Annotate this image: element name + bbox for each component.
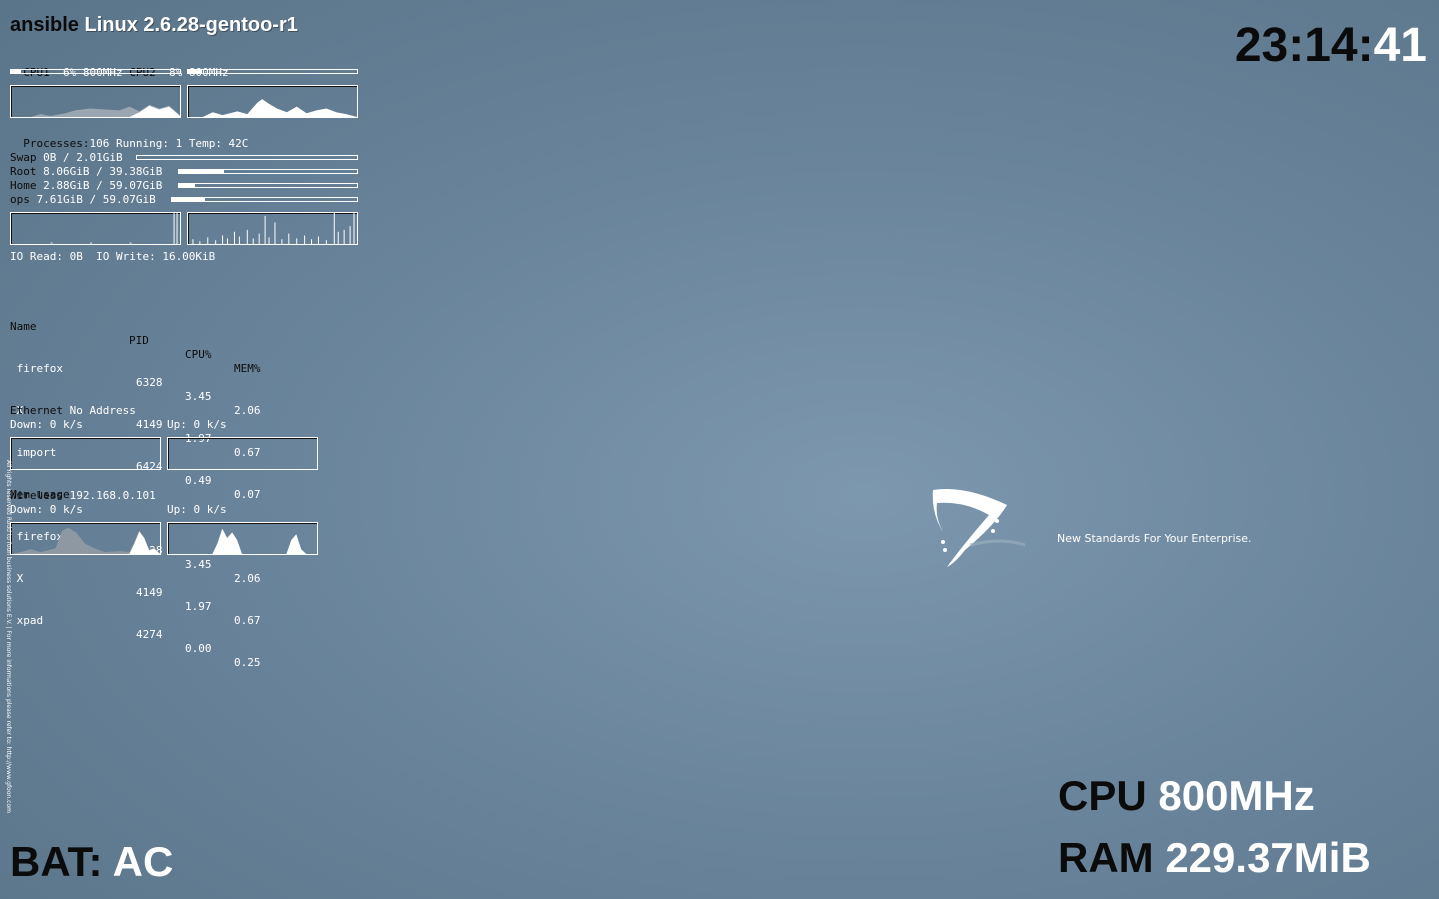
- root-bar: [178, 169, 358, 174]
- home-bar-fill: [179, 184, 196, 187]
- col-pid: PID: [129, 334, 149, 347]
- home-label: Home: [10, 179, 37, 192]
- process-pid: 4274: [136, 628, 163, 641]
- process-cpu: 0.00: [185, 642, 212, 655]
- cpu2-graph: [187, 85, 358, 118]
- side-copyright-label: All rights reserved Rodd to foon busines…: [5, 460, 12, 813]
- io-line: IO Read: 0B IO Write: 16.00KiB: [10, 250, 216, 263]
- swap-value: 0B / 2.01GiB: [36, 151, 123, 164]
- wireless-down-graph: [10, 522, 161, 555]
- process-cpu: 3.45: [185, 558, 212, 571]
- ethernet-address: No Address: [62, 404, 136, 417]
- battery-label: BAT:: [10, 838, 103, 885]
- process-mem: 2.06: [234, 572, 261, 585]
- ethernet-down-graph: [10, 437, 161, 470]
- process-pid: 6328: [136, 376, 163, 389]
- root-label: Root: [10, 165, 37, 178]
- home-line: Home 2.88GiB / 59.07GiB: [10, 179, 162, 193]
- home-value: 2.88GiB / 59.07GiB: [36, 179, 163, 192]
- processes-line: Processes:106 Running: 1 Temp: 42C: [10, 123, 248, 151]
- process-cpu: 3.45: [185, 390, 212, 403]
- wallpaper-tagline: New Standards For Your Enterprise.: [1057, 532, 1252, 545]
- swap-label: Swap: [10, 151, 37, 164]
- top-cpu-header: Name PID CPU% MEM%: [10, 306, 261, 375]
- ops-bar: [171, 197, 358, 202]
- wireless-label: Wireless: [10, 489, 63, 502]
- root-line: Root 8.06GiB / 39.38GiB: [10, 165, 162, 179]
- clock-seconds: 41: [1373, 19, 1427, 72]
- ops-label: ops: [10, 193, 30, 206]
- ethernet-up: Up: 0 k/s: [167, 418, 227, 431]
- process-name: firefox: [10, 362, 63, 375]
- root-value: 8.06GiB / 39.38GiB: [36, 165, 163, 178]
- ops-bar-fill: [172, 198, 206, 201]
- cpu1-bar: [10, 69, 181, 74]
- cpu2-bar-fill: [188, 70, 202, 73]
- conky-header: ansible Linux 2.6.28-gentoo-r1: [10, 14, 298, 37]
- clock-hours-minutes: 23:14:: [1234, 19, 1374, 72]
- side-copyright-text: All rights reserved Rodd to foon busines…: [3, 460, 13, 880]
- cpu-frequency-big: CPU 800MHz: [1058, 772, 1315, 820]
- wallpaper-logo: [925, 485, 1035, 575]
- io-write-graph: [187, 212, 358, 245]
- cpu1-bar-fill: [11, 70, 22, 73]
- ethernet-up-graph: [167, 437, 318, 470]
- cpu-big-value: 800MHz: [1158, 772, 1315, 819]
- table-row: X 4149 1.97 0.67: [10, 558, 261, 627]
- cpu-line: CPU1 6% 800MHz CPU2 8% 800MHz: [10, 52, 228, 80]
- cpu1-graph: [10, 85, 181, 118]
- ethernet-down: Down: 0 k/s: [10, 418, 83, 431]
- wireless-line: Wireless 192.168.0.101: [10, 489, 156, 503]
- ethernet-line: Ethernet No Address: [10, 404, 136, 418]
- col-cpu: CPU%: [185, 348, 212, 361]
- io-read-graph: [10, 212, 181, 245]
- process-pid: 4149: [136, 586, 163, 599]
- processes-label: Processes:: [23, 137, 90, 150]
- table-row: firefox 6328 3.45 2.06: [10, 348, 261, 417]
- hostname: ansible: [10, 14, 79, 36]
- kernel-version: Linux 2.6.28-gentoo-r1: [84, 14, 298, 36]
- ram-big-value: 229.37MiB: [1165, 834, 1371, 881]
- home-bar: [178, 183, 358, 188]
- top-mem-header: Mem usage: [10, 474, 70, 501]
- process-name: xpad: [10, 614, 44, 627]
- ops-value: 7.61GiB / 59.07GiB: [29, 193, 156, 206]
- cpu-big-label: CPU: [1058, 772, 1147, 819]
- battery-status: BAT: AC: [10, 838, 173, 886]
- process-mem: 0.07: [234, 488, 261, 501]
- process-cpu: 1.97: [185, 600, 212, 613]
- swap-line: Swap 0B / 2.01GiB: [10, 151, 123, 165]
- process-mem: 2.06: [234, 404, 261, 417]
- wireless-up-graph: [167, 522, 318, 555]
- ram-usage-big: RAM 229.37MiB: [1058, 834, 1371, 882]
- table-row: xpad 4274 0.00 0.25: [10, 600, 261, 669]
- process-cpu: 0.49: [185, 474, 212, 487]
- ops-line: ops 7.61GiB / 59.07GiB: [10, 193, 156, 207]
- ethernet-label: Ethernet: [10, 404, 63, 417]
- wireless-up: Up: 0 k/s: [167, 503, 227, 516]
- process-mem: 0.67: [234, 614, 261, 627]
- processes-value: 106 Running: 1 Temp: 42C: [89, 137, 249, 150]
- root-bar-fill: [179, 170, 224, 173]
- cpu2-bar: [187, 69, 358, 74]
- swap-bar: [136, 155, 358, 160]
- wireless-down: Down: 0 k/s: [10, 503, 83, 516]
- wireless-address: 192.168.0.101: [62, 489, 156, 502]
- process-mem: 0.25: [234, 656, 261, 669]
- triangle-logo-icon: [932, 489, 1026, 567]
- battery-value: AC: [112, 838, 174, 885]
- clock: 23:14:41: [1235, 20, 1427, 72]
- col-mem: MEM%: [234, 362, 261, 375]
- col-name: Name: [10, 320, 37, 333]
- ram-big-label: RAM: [1058, 834, 1154, 881]
- process-pid: 4149: [136, 418, 163, 431]
- table-row: X 4149 1.97 0.67: [10, 390, 261, 459]
